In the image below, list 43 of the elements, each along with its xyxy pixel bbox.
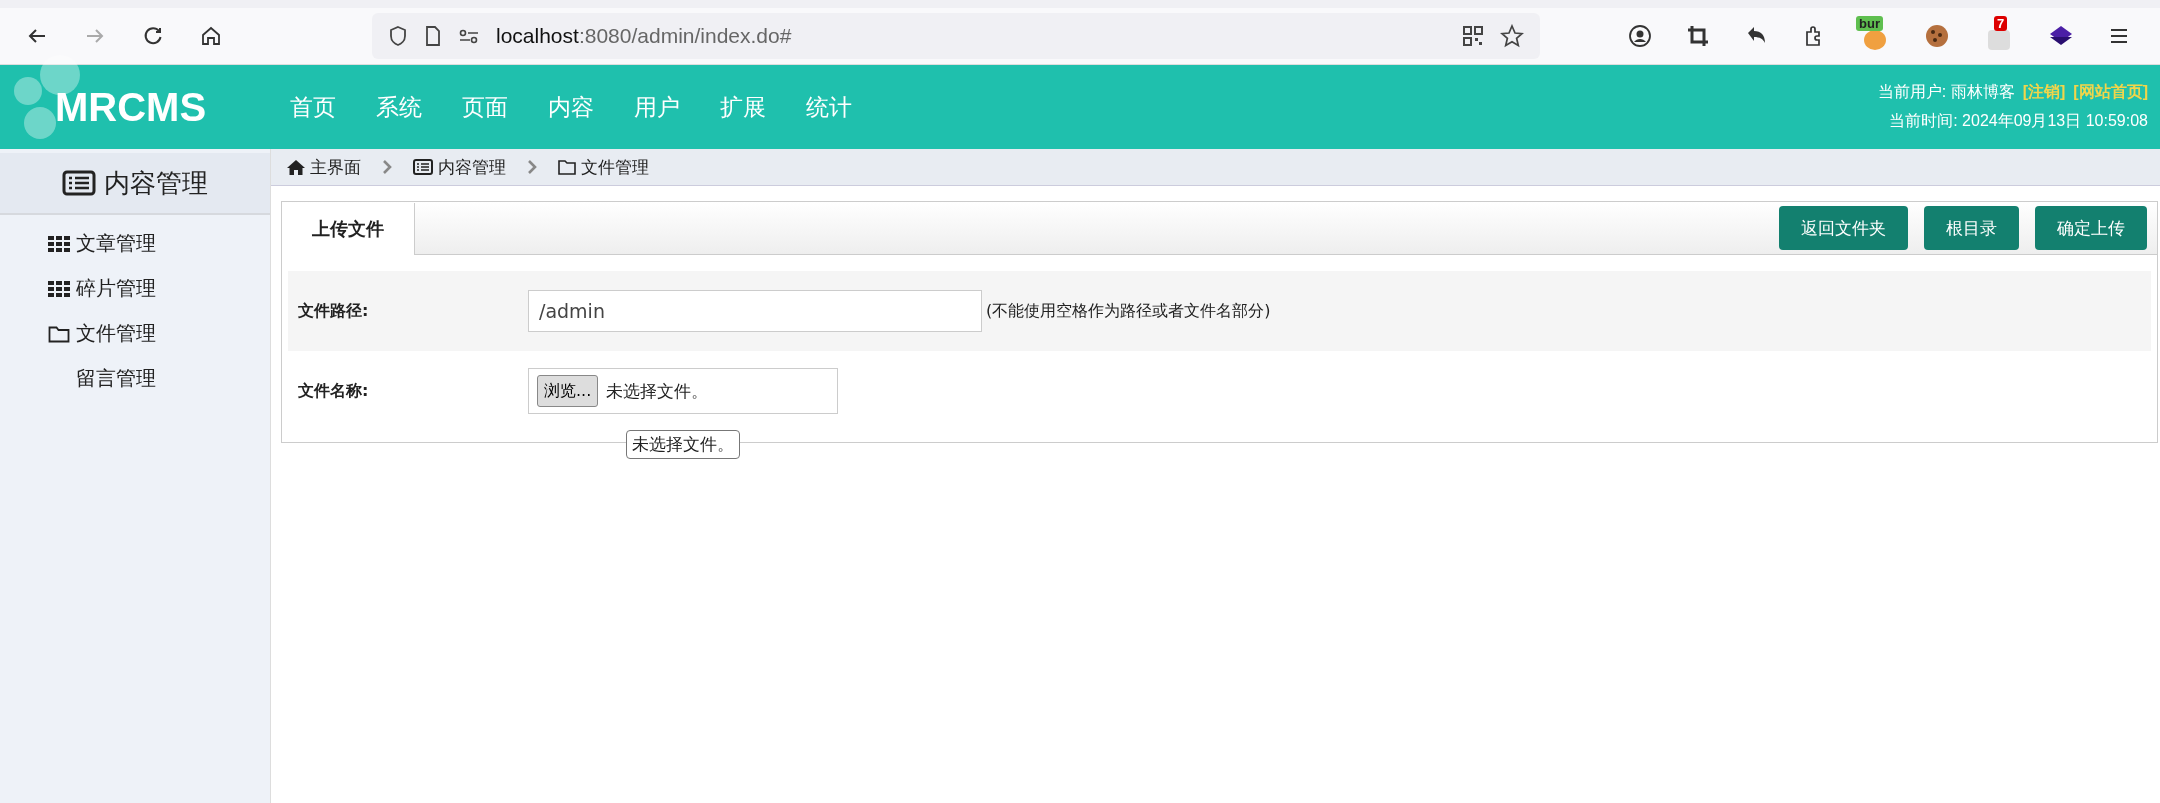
cookie-icon[interactable]: [1924, 23, 1950, 49]
folder-icon: [558, 159, 576, 175]
file-input[interactable]: 浏览... 未选择文件。: [528, 368, 838, 414]
chevron-icon: [526, 159, 538, 175]
action-button[interactable]: 确定上传: [2035, 206, 2147, 250]
breadcrumb-link[interactable]: 内容管理: [413, 155, 506, 179]
page-icon: [424, 25, 442, 47]
qr-code-icon[interactable]: [1462, 25, 1484, 47]
crop-icon[interactable]: [1686, 24, 1710, 48]
grid-icon: [48, 280, 70, 297]
action-button[interactable]: 根目录: [1924, 206, 2019, 250]
path-hint: (不能使用空格作为路径或者文件名部分): [986, 300, 1271, 322]
account-icon[interactable]: [1628, 24, 1652, 48]
sidebar-item[interactable]: 文章管理: [48, 227, 270, 260]
breadcrumb-link[interactable]: 主界面: [287, 155, 361, 179]
list-icon: [62, 170, 96, 196]
shield-icon: [388, 25, 408, 47]
breadcrumb-link[interactable]: 文件管理: [558, 155, 649, 179]
sidebar-title: 内容管理: [104, 166, 208, 200]
sidebar-item[interactable]: 留言管理: [48, 362, 270, 395]
list-icon: [413, 159, 433, 175]
current-time-text: 当前时间: 2024年09月13日 10:59:08: [1889, 111, 2148, 131]
reload-icon[interactable]: [142, 25, 164, 47]
tab[interactable]: 上传文件: [282, 203, 415, 255]
chevron-icon: [381, 159, 393, 175]
folder-icon: [48, 324, 70, 343]
home-icon[interactable]: [200, 25, 222, 47]
field-label: 文件路径:: [298, 300, 370, 322]
current-user-text: 当前用户: 雨林博客: [1877, 82, 2015, 102]
grid-icon: [48, 235, 70, 252]
address-bar[interactable]: localhost:8080/admin/index.do#: [372, 13, 1540, 59]
action-button[interactable]: 返回文件夹: [1779, 206, 1908, 250]
star-icon[interactable]: [1500, 24, 1524, 48]
sidebar-item[interactable]: 碎片管理: [48, 272, 270, 305]
home-icon: [287, 159, 305, 175]
path-input[interactable]: /admin: [528, 290, 982, 332]
permissions-icon[interactable]: [458, 27, 480, 45]
url-text: localhost:8080/admin/index.do#: [496, 24, 792, 48]
browse-button[interactable]: 浏览...: [537, 375, 599, 407]
field-label: 文件名称:: [298, 380, 370, 402]
tooltip: 未选择文件。: [626, 430, 740, 459]
sidebar-item[interactable]: 文件管理: [48, 317, 270, 350]
no-file-text: 未选择文件。: [606, 379, 709, 403]
